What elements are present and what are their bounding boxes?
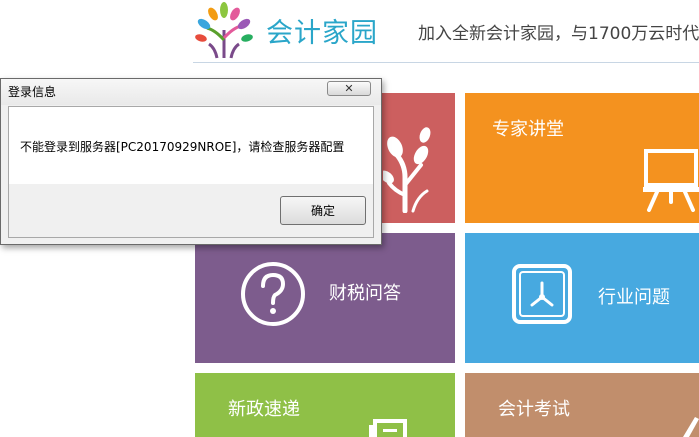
login-info-dialog: 登录信息 ✕ 不能登录到服务器[PC20170929NROE]，请检查服务器配置…	[0, 78, 382, 245]
tile-label: 财税问答	[329, 283, 401, 304]
question-mark-icon	[241, 262, 305, 326]
header-slogan: 加入全新会计家园，与1700万云时代	[418, 24, 699, 44]
dialog-body: 不能登录到服务器[PC20170929NROE]，请检查服务器配置 确定	[8, 106, 374, 238]
brand-name: 会计家园	[266, 18, 378, 49]
tree-icon	[383, 127, 431, 213]
tile-label: 专家讲堂	[492, 119, 564, 140]
tile-label: 行业问题	[598, 287, 670, 308]
brand-logo-icon	[195, 2, 253, 59]
close-icon: ✕	[344, 82, 354, 95]
pencil-icon	[683, 417, 699, 437]
dialog-titlebar[interactable]: 登录信息 ✕	[1, 79, 381, 105]
header-divider	[193, 62, 699, 63]
cube-box-icon	[512, 264, 572, 324]
tile-tax-qa[interactable]: 财税问答	[195, 233, 455, 363]
tile-expert-lecture[interactable]: 专家讲堂	[465, 93, 699, 223]
close-button[interactable]: ✕	[327, 81, 371, 96]
tile-accounting-exam[interactable]: 会计考试	[465, 373, 699, 437]
dialog-title: 登录信息	[8, 85, 57, 99]
tile-industry-issues[interactable]: 行业问题	[465, 233, 699, 363]
whiteboard-icon	[643, 149, 699, 212]
tile-label: 会计考试	[498, 399, 570, 420]
document-icon	[369, 419, 407, 437]
message-area: 不能登录到服务器[PC20170929NROE]，请检查服务器配置	[9, 107, 373, 184]
tile-new-policy[interactable]: 新政速递	[195, 373, 455, 437]
ok-button[interactable]: 确定	[280, 196, 366, 225]
error-message: 不能登录到服务器[PC20170929NROE]，请检查服务器配置	[20, 140, 345, 154]
page: 会计家园 加入全新会计家园，与1700万云时代 专家讲堂 财税问答 行业问题 新…	[0, 0, 699, 437]
tile-label: 新政速递	[228, 399, 300, 420]
